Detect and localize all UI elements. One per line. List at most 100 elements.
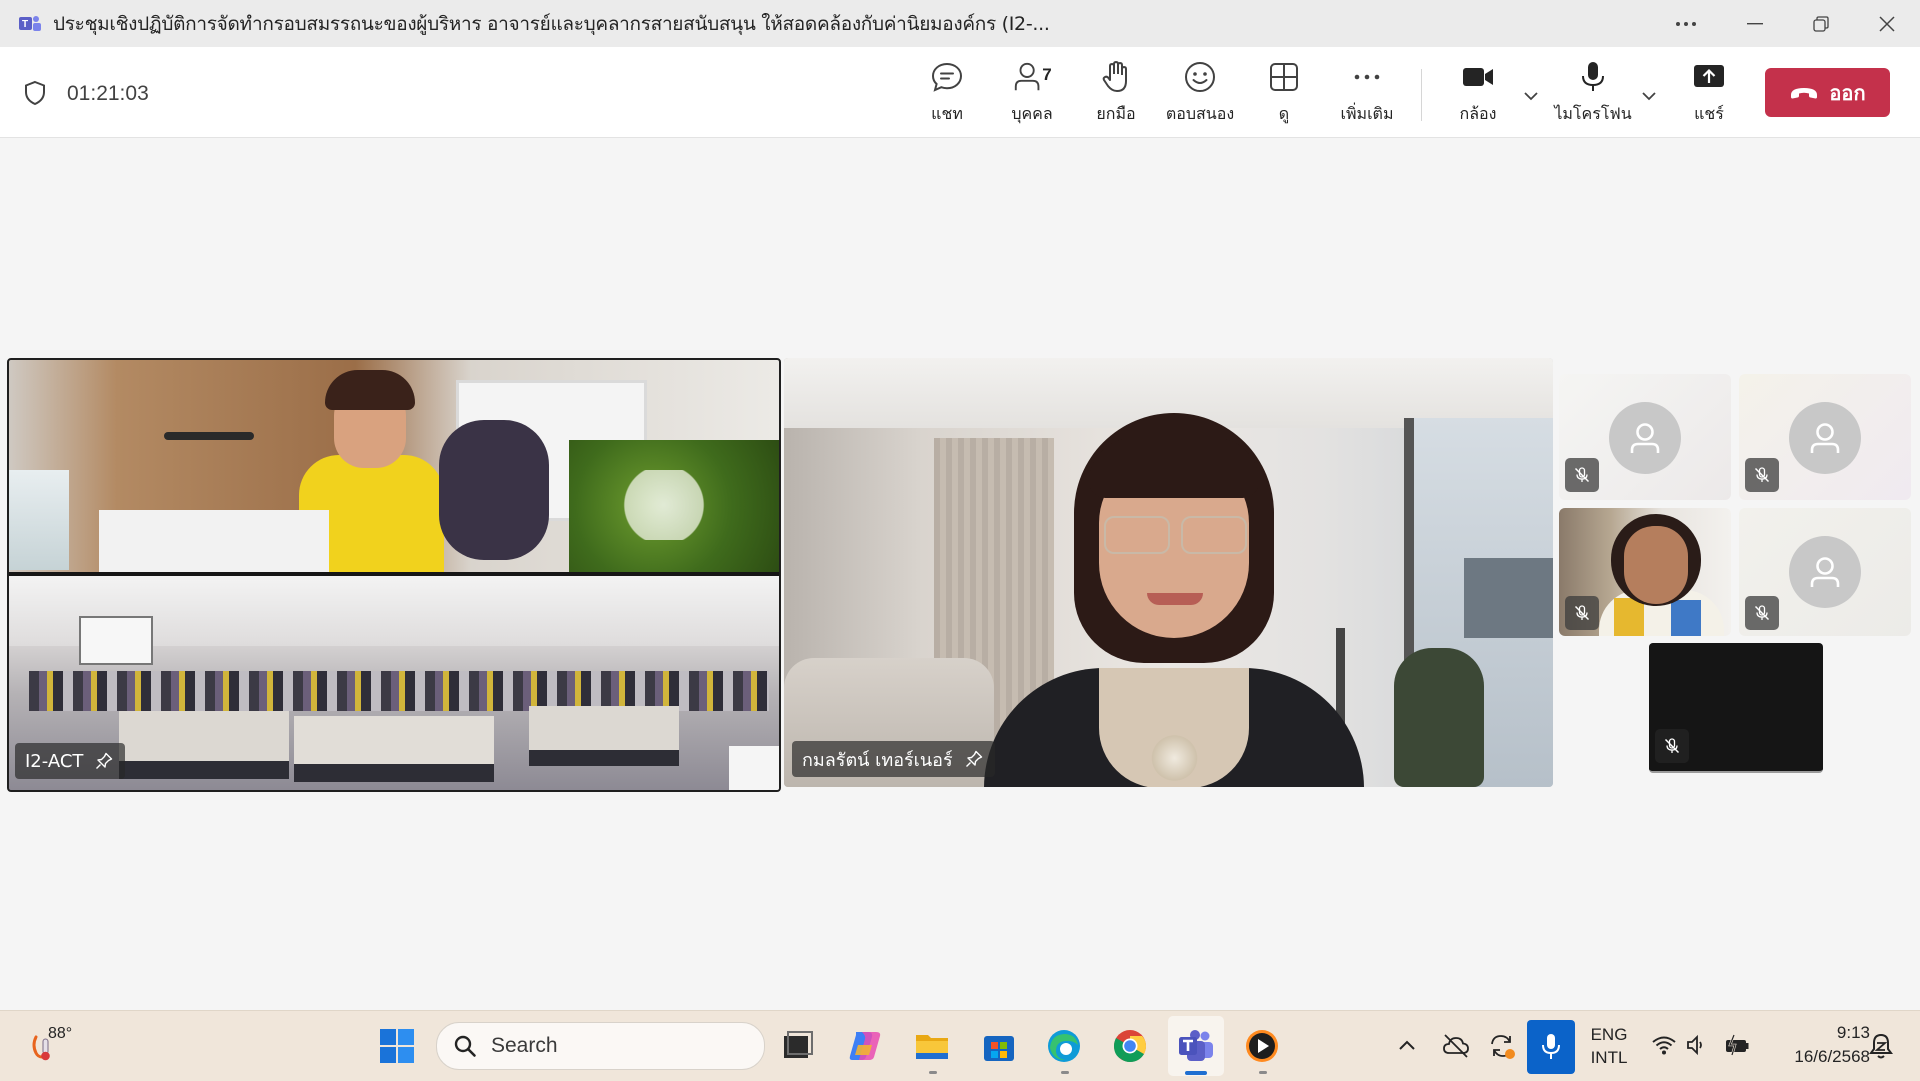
chevron-down-icon[interactable] [1636, 83, 1662, 109]
participant-name-tag: กมลรัตน์ เทอร์เนอร์ [792, 741, 995, 777]
close-window-button[interactable] [1854, 0, 1920, 47]
toolbar-divider [1421, 69, 1422, 121]
meeting-timer: 01:21:03 [67, 82, 149, 105]
input-layout[interactable]: INTL [1588, 1048, 1630, 1068]
participant-name: กมลรัตน์ เทอร์เนอร์ [802, 749, 953, 771]
wifi-icon[interactable] [1651, 1033, 1677, 1057]
media-player-icon[interactable] [1243, 1027, 1281, 1065]
muted-indicator [1745, 596, 1779, 630]
self-view-tile[interactable] [1649, 643, 1823, 773]
chat-icon [931, 62, 963, 92]
muted-indicator [1565, 458, 1599, 492]
search-placeholder: Search [491, 1034, 558, 1057]
notification-bell-icon[interactable] [1868, 1031, 1894, 1061]
avatar [1789, 536, 1861, 608]
shield-icon[interactable] [22, 80, 48, 106]
participant-video-tile[interactable] [1559, 508, 1731, 636]
minimize-button[interactable] [1722, 0, 1788, 47]
windows-taskbar: 88° Search ENG INTL 9:13 16/6/2568 [0, 1010, 1920, 1081]
share-button[interactable]: แชร์ [1664, 59, 1754, 129]
pin-icon[interactable] [95, 752, 113, 770]
smiley-icon [1185, 62, 1215, 92]
avatar [1789, 402, 1861, 474]
people-button[interactable]: 7 บุคคล [987, 59, 1077, 129]
muted-indicator [1655, 729, 1689, 763]
chrome-browser-icon[interactable] [1111, 1027, 1149, 1065]
task-view-icon[interactable] [779, 1027, 817, 1065]
mic-off-icon [1664, 738, 1680, 754]
microphone-icon [1582, 62, 1604, 91]
chevron-down-icon[interactable] [1518, 83, 1544, 109]
microsoft-store-icon[interactable] [980, 1027, 1018, 1065]
share-screen-icon [1694, 65, 1724, 87]
taskbar-search[interactable]: Search [436, 1022, 765, 1070]
sync-icon[interactable] [1487, 1031, 1517, 1061]
participant-tile[interactable] [1559, 374, 1731, 500]
more-label: เพิ่มเติม [1340, 104, 1394, 123]
teams-app-icon[interactable] [1177, 1027, 1215, 1065]
mic-off-icon [1574, 467, 1590, 483]
leave-button[interactable]: ออก [1765, 68, 1890, 117]
battery-charging-icon[interactable] [1722, 1033, 1750, 1057]
restore-button[interactable] [1788, 0, 1854, 47]
teams-logo-icon: T [19, 15, 41, 31]
video-tile-speaker[interactable]: กมลรัตน์ เทอร์เนอร์ [784, 358, 1553, 787]
participant-count: 7 [1042, 65, 1052, 84]
view-label: ดู [1278, 104, 1290, 123]
raise-hand-label: ยกมือ [1096, 104, 1136, 123]
grid-view-icon [1270, 63, 1298, 91]
minimize-icon [1747, 22, 1763, 24]
participant-name: I2-ACT [25, 750, 84, 772]
mic-off-icon [1574, 605, 1590, 621]
file-explorer-icon[interactable] [913, 1027, 951, 1065]
voice-access-button[interactable] [1527, 1020, 1575, 1074]
raise-hand-icon [1102, 61, 1127, 92]
people-label: บุคคล [1011, 104, 1053, 123]
volume-icon[interactable] [1685, 1033, 1709, 1057]
raise-hand-button[interactable]: ยกมือ [1071, 59, 1161, 129]
weather-temperature: 88° [48, 1025, 73, 1042]
muted-indicator [1565, 596, 1599, 630]
react-label: ตอบสนอง [1165, 104, 1235, 123]
pin-icon[interactable] [965, 750, 983, 768]
video-tile-room[interactable]: I2-ACT [7, 358, 781, 792]
search-icon [454, 1035, 476, 1057]
react-button[interactable]: ตอบสนอง [1155, 59, 1245, 129]
copilot-icon[interactable] [846, 1027, 884, 1065]
close-icon [1879, 15, 1895, 32]
title-bar: T ประชุมเชิงปฏิบัติการจัดทำกรอบสมรรถนะขอ… [0, 0, 1920, 47]
more-actions-button[interactable]: เพิ่มเติม [1322, 59, 1412, 129]
person-icon [1630, 423, 1660, 453]
participant-tile[interactable] [1739, 374, 1911, 500]
person-icon [1810, 423, 1840, 453]
camera-button[interactable]: กล้อง [1433, 59, 1523, 129]
clock-date[interactable]: 16/6/2568 [1760, 1047, 1870, 1067]
view-button[interactable]: ดู [1239, 59, 1329, 129]
chevron-up-icon[interactable] [1396, 1035, 1418, 1057]
onedrive-offline-icon[interactable] [1441, 1031, 1471, 1061]
mic-off-icon [1754, 605, 1770, 621]
mic-off-icon [1754, 467, 1770, 483]
clock-time[interactable]: 9:13 [1760, 1023, 1870, 1043]
more-options-button[interactable] [1653, 0, 1719, 47]
room-view-podium [9, 360, 779, 572]
restore-icon [1813, 15, 1829, 32]
microphone-icon [1542, 1034, 1560, 1059]
more-horizontal-icon [1676, 21, 1696, 26]
leave-label: ออก [1829, 80, 1866, 105]
person-icon [1810, 557, 1840, 587]
input-language[interactable]: ENG [1588, 1025, 1630, 1045]
avatar [1609, 402, 1681, 474]
microphone-button[interactable]: ไมโครโฟน [1548, 59, 1638, 129]
edge-browser-icon[interactable] [1045, 1027, 1083, 1065]
chat-button[interactable]: แชท [902, 59, 992, 129]
participant-tile[interactable] [1739, 508, 1911, 636]
muted-indicator [1745, 458, 1779, 492]
microphone-label: ไมโครโฟน [1554, 104, 1632, 123]
participant-name-tag: I2-ACT [15, 743, 126, 779]
weather-widget[interactable]: 88° [28, 1023, 88, 1069]
window-title: ประชุมเชิงปฏิบัติการจัดทำกรอบสมรรถนะของผ… [53, 12, 1050, 35]
svg-text:T: T [22, 19, 28, 30]
meeting-toolbar: 01:21:03 แชท 7 บุคคล ยกมือ ตอบสนอง ดู เพ… [0, 47, 1920, 138]
windows-start-icon[interactable] [378, 1027, 416, 1065]
